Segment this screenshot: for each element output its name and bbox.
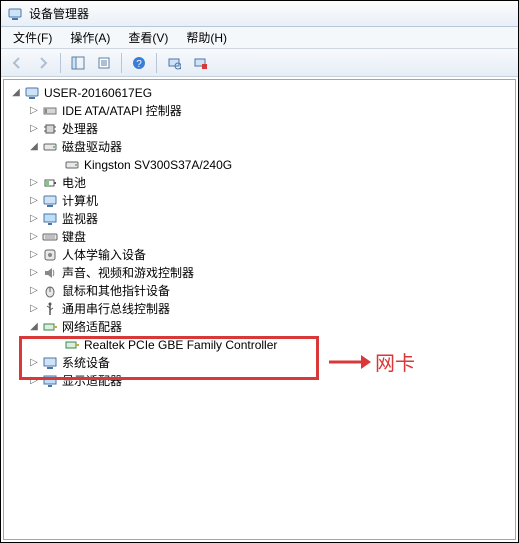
annotation-label: 网卡	[375, 347, 415, 376]
tree-root-label: USER-20160617EG	[44, 84, 152, 102]
tree-item-label: 监视器	[62, 210, 98, 228]
system-device-icon	[42, 355, 58, 371]
separator	[60, 53, 61, 73]
tree-item[interactable]: ▷ IDE ATA/ATAPI 控制器	[6, 102, 515, 120]
separator	[156, 53, 157, 73]
expand-icon[interactable]: ▷	[28, 357, 40, 369]
expand-icon[interactable]: ▷	[28, 231, 40, 243]
window-title: 设备管理器	[29, 5, 89, 22]
separator	[121, 53, 122, 73]
menu-view[interactable]: 查看(V)	[120, 27, 176, 48]
expand-icon[interactable]: ▷	[28, 213, 40, 225]
computer-icon	[42, 193, 58, 209]
tree-item[interactable]: ▷ 人体学输入设备	[6, 246, 515, 264]
tree-item-label: 处理器	[62, 120, 98, 138]
tree-child-item-network[interactable]: Realtek PCIe GBE Family Controller	[6, 336, 515, 354]
properties-button[interactable]	[92, 52, 116, 74]
collapse-icon[interactable]: ◢	[28, 141, 40, 153]
tree-item[interactable]: ▷ 系统设备	[6, 354, 515, 372]
tree-item[interactable]: ▷ 通用串行总线控制器	[6, 300, 515, 318]
device-manager-icon	[7, 6, 23, 22]
tree-item-label: 电池	[62, 174, 86, 192]
expand-icon[interactable]: ▷	[28, 249, 40, 261]
display-adapter-icon	[42, 373, 58, 389]
menu-file[interactable]: 文件(F)	[5, 27, 60, 48]
tree-item[interactable]: ▷ 鼠标和其他指针设备	[6, 282, 515, 300]
tree-item[interactable]: ◢ 磁盘驱动器	[6, 138, 515, 156]
collapse-icon[interactable]: ◢	[28, 321, 40, 333]
tree-item[interactable]: ▷ 监视器	[6, 210, 515, 228]
tree-child-item[interactable]: Kingston SV300S37A/240G	[6, 156, 515, 174]
expand-icon[interactable]: ▷	[28, 375, 40, 387]
tree-item-label: 鼠标和其他指针设备	[62, 282, 170, 300]
menubar: 文件(F) 操作(A) 查看(V) 帮助(H)	[1, 27, 518, 49]
tree-item[interactable]: ▷ 处理器	[6, 120, 515, 138]
expand-icon[interactable]: ▷	[28, 123, 40, 135]
tree-item[interactable]: ▷ 键盘	[6, 228, 515, 246]
menu-help[interactable]: 帮助(H)	[178, 27, 235, 48]
expand-icon[interactable]: ▷	[28, 267, 40, 279]
menu-action[interactable]: 操作(A)	[62, 27, 118, 48]
mouse-icon	[42, 283, 58, 299]
back-button	[5, 52, 29, 74]
ide-controller-icon	[42, 103, 58, 119]
device-tree[interactable]: ◢ USER-20160617EG ▷ IDE ATA/ATAPI 控制器 ▷ …	[3, 79, 516, 540]
hid-icon	[42, 247, 58, 263]
disk-drive-icon	[42, 139, 58, 155]
keyboard-icon	[42, 229, 58, 245]
tree-item-label: 计算机	[62, 192, 98, 210]
titlebar: 设备管理器	[1, 1, 518, 27]
scan-hardware-button[interactable]	[162, 52, 186, 74]
network-adapter-icon	[42, 319, 58, 335]
tree-item-label: 磁盘驱动器	[62, 138, 122, 156]
sound-icon	[42, 265, 58, 281]
forward-button	[31, 52, 55, 74]
show-hide-tree-button[interactable]	[66, 52, 90, 74]
battery-icon	[42, 175, 58, 191]
usb-icon	[42, 301, 58, 317]
tree-item-label: 人体学输入设备	[62, 246, 146, 264]
tree-child-label: Kingston SV300S37A/240G	[84, 156, 232, 174]
tree-item[interactable]: ▷ 计算机	[6, 192, 515, 210]
svg-text:?: ?	[136, 59, 142, 70]
collapse-icon[interactable]: ◢	[10, 87, 22, 99]
network-adapter-icon	[64, 337, 80, 353]
toolbar: ?	[1, 49, 518, 77]
cpu-icon	[42, 121, 58, 137]
tree-item-label: 系统设备	[62, 354, 110, 372]
hdd-icon	[64, 157, 80, 173]
tree-item[interactable]: ▷ 声音、视频和游戏控制器	[6, 264, 515, 282]
help-button[interactable]: ?	[127, 52, 151, 74]
monitor-icon	[42, 211, 58, 227]
uninstall-button[interactable]	[188, 52, 212, 74]
tree-item-network[interactable]: ◢ 网络适配器	[6, 318, 515, 336]
expand-icon[interactable]: ▷	[28, 105, 40, 117]
expand-icon[interactable]: ▷	[28, 195, 40, 207]
expand-icon[interactable]: ▷	[28, 303, 40, 315]
tree-item-label: 声音、视频和游戏控制器	[62, 264, 194, 282]
tree-item-label: 显示适配器	[62, 372, 122, 390]
tree-child-label: Realtek PCIe GBE Family Controller	[84, 336, 277, 354]
expand-icon[interactable]: ▷	[28, 177, 40, 189]
tree-root[interactable]: ◢ USER-20160617EG	[6, 84, 515, 102]
tree-item[interactable]: ▷ 电池	[6, 174, 515, 192]
tree-item[interactable]: ▷ 显示适配器	[6, 372, 515, 390]
tree-item-label: IDE ATA/ATAPI 控制器	[62, 102, 182, 120]
annotation-arrow: 网卡	[327, 347, 415, 376]
tree-item-label: 通用串行总线控制器	[62, 300, 170, 318]
tree-item-label: 键盘	[62, 228, 86, 246]
computer-icon	[24, 85, 40, 101]
expand-icon[interactable]: ▷	[28, 285, 40, 297]
tree-item-label: 网络适配器	[62, 318, 122, 336]
